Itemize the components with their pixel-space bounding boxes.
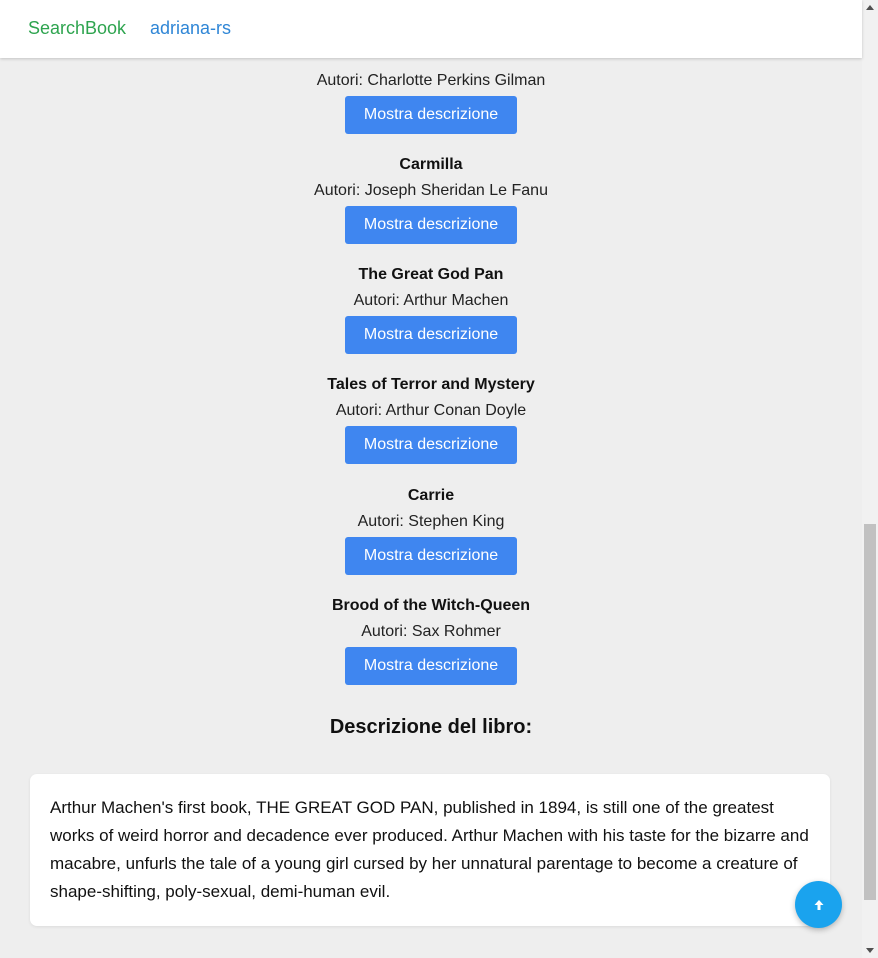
show-description-button[interactable]: Mostra descrizione <box>345 537 517 575</box>
book-title: Tales of Terror and Mystery <box>327 376 535 393</box>
show-description-button[interactable]: Mostra descrizione <box>345 316 517 354</box>
scrollbar-thumb[interactable] <box>864 524 876 900</box>
book-author: Autori: Charlotte Perkins Gilman <box>316 72 546 89</box>
user-link[interactable]: adriana-rs <box>150 18 231 39</box>
scroll-to-top-button[interactable] <box>795 881 842 928</box>
show-description-button[interactable]: Mostra descrizione <box>345 426 517 464</box>
book-item: Brood of the Witch-Queen Autori: Sax Roh… <box>0 594 862 685</box>
show-description-button[interactable]: Mostra descrizione <box>345 96 517 134</box>
book-title: Carmilla <box>399 156 463 173</box>
book-author: Autori: Sax Rohmer <box>361 623 501 640</box>
description-heading: Descrizione del libro: <box>329 716 533 738</box>
book-item: Carrie Autori: Stephen King Mostra descr… <box>0 484 862 575</box>
scroll-down-arrow-icon[interactable] <box>862 944 878 958</box>
arrow-up-icon <box>814 899 823 910</box>
book-item: Carmilla Autori: Joseph Sheridan Le Fanu… <box>0 153 862 244</box>
show-description-button[interactable]: Mostra descrizione <box>345 206 517 244</box>
book-author: Autori: Arthur Conan Doyle <box>335 402 527 419</box>
book-item: The Great God Pan Autori: Arthur Machen … <box>0 263 862 354</box>
navbar: SearchBook adriana-rs <box>0 0 862 58</box>
book-author: Autori: Joseph Sheridan Le Fanu <box>314 182 548 199</box>
brand-link[interactable]: SearchBook <box>28 18 126 39</box>
vertical-scrollbar[interactable] <box>862 0 878 958</box>
show-description-button[interactable]: Mostra descrizione <box>345 647 517 685</box>
book-author: Autori: Stephen King <box>357 513 505 530</box>
scroll-up-arrow-icon[interactable] <box>862 0 878 14</box>
book-author: Autori: Arthur Machen <box>353 292 509 309</box>
book-title: Brood of the Witch-Queen <box>331 597 531 614</box>
description-card: Arthur Machen's first book, THE GREAT GO… <box>30 774 830 926</box>
book-item: Tales of Terror and Mystery Autori: Arth… <box>0 373 862 464</box>
book-title: Carrie <box>407 487 455 504</box>
description-text: Arthur Machen's first book, THE GREAT GO… <box>50 798 809 901</box>
page: Autori: Charlotte Perkins Gilman Mostra … <box>0 0 862 958</box>
book-title: The Great God Pan <box>358 266 504 283</box>
